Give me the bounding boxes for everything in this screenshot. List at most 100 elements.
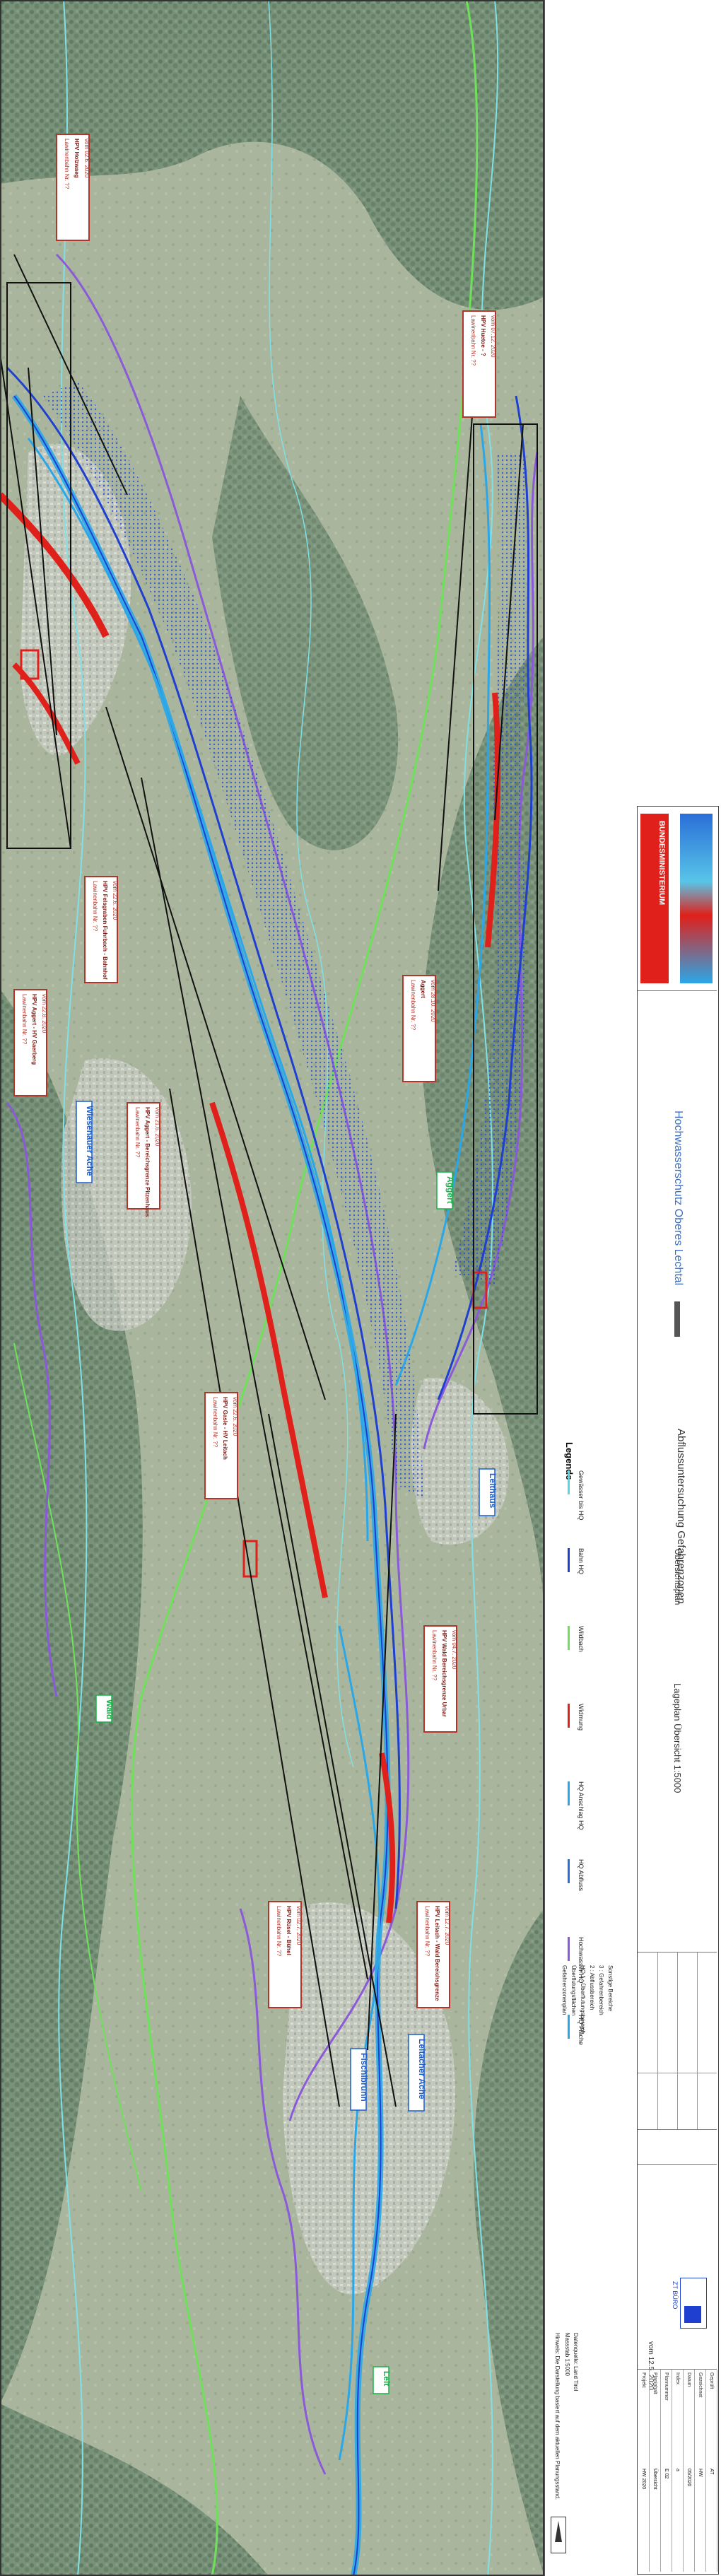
callout-title: Lawinenbahn Nr. ?? bbox=[21, 994, 28, 1045]
sheet-row-label: Gezeichnet bbox=[698, 2372, 703, 2398]
callout-subtitle: HPV Rüsel - Bühel bbox=[286, 1906, 292, 1955]
place-label[interactable]: Wald bbox=[95, 1694, 115, 1723]
project-title: Hochwasserschutz Oberes Lechtal bbox=[672, 1111, 684, 1286]
revision-grid bbox=[638, 1952, 717, 2130]
legend-notes: Gefahrenzonenplan Überflutungsflächen HQ 1… bbox=[553, 1965, 624, 2319]
legend-swatch bbox=[568, 1704, 570, 1728]
callout-subtitle: HPV Holzwaeg bbox=[74, 139, 80, 178]
title-block: BUNDESMINISTERIUM LAND TIROL Hochwassers… bbox=[637, 806, 719, 2575]
sheet-row-value: HW bbox=[698, 2469, 703, 2477]
plan-subtitle: Übersichtsplan bbox=[673, 1549, 683, 1605]
sheet-row-value: a bbox=[675, 2469, 680, 2471]
sheet-row-label: Planinhalt bbox=[652, 2372, 657, 2394]
legend-label: HQ Abfluss bbox=[578, 1859, 585, 1892]
callout-title: Lawinenbahn Nr. ?? bbox=[431, 1630, 438, 1681]
callout-subtitle: HPV Aggert - HV Gaerberg bbox=[31, 994, 37, 1065]
sheet-row: Datum 05/2020 bbox=[683, 2370, 695, 2572]
callout-title: Lawinenbahn Nr. ?? bbox=[424, 1906, 430, 1957]
office-block: ZT BÜRO vom 12.5. 2020 bbox=[638, 2164, 717, 2390]
sheet-row-label: Index bbox=[675, 2372, 680, 2385]
office-logo-mark bbox=[684, 2306, 701, 2323]
logo-label: BUNDESMINISTERIUM bbox=[657, 821, 666, 906]
north-arrow-icon bbox=[555, 2521, 562, 2542]
callout-title: Lawinenbahn Nr. ?? bbox=[410, 980, 416, 1031]
callout-box[interactable]: Lawinenbahn Nr. ?? HPV Huetoe - ? vom 07.1… bbox=[462, 310, 496, 418]
sheet-row: Geprüft AT bbox=[705, 2370, 717, 2572]
legend-note: Gefahrenzonenplan bbox=[561, 1965, 568, 2015]
callout-title: Lawinenbahn Nr. ?? bbox=[276, 1906, 282, 1957]
place-label[interactable]: Leitacher Ache bbox=[408, 2034, 427, 2112]
callout-note: vom 04.7. 2020 bbox=[451, 1630, 457, 1670]
legend-swatch bbox=[568, 1626, 570, 1650]
callout-box[interactable]: Lawinenbahn Nr. ?? Aggert vom 28.10. 2020 bbox=[402, 975, 436, 1082]
sheet-row-value: AT bbox=[709, 2469, 714, 2475]
callout-title: Lawinenbahn Nr. ?? bbox=[92, 881, 98, 932]
place-label[interactable]: Aggert bbox=[436, 1171, 455, 1210]
callout-box[interactable]: Lawinenbahn Nr. ?? HPV Leitach - Wald Ber… bbox=[416, 1901, 450, 2008]
legend-label: Gewässer bis HQ bbox=[578, 1470, 585, 1521]
legend-label: Widmung bbox=[578, 1704, 585, 1731]
callout-note: vom 22.6. 2020 bbox=[112, 881, 118, 920]
callout-title: Lawinenbahn Nr. ?? bbox=[134, 1107, 141, 1158]
callout-title: Lawinenbahn Nr. ?? bbox=[64, 139, 70, 189]
source-label: Datenquelle: Land Tirol bbox=[573, 2333, 579, 2391]
callout-box[interactable]: Lawinenbahn Nr. ?? HPV Holzwaeg vom 02.6. … bbox=[56, 134, 90, 241]
legend-note: Sonstige Bereiche bbox=[607, 1965, 614, 2011]
sheet-row: Projekt HW 2020 bbox=[638, 2370, 650, 2572]
title-sheet: Legende Gewässer bis HQ Bahn HQ Wildbach Wi… bbox=[544, 0, 721, 2576]
legend-note: Überflutungsflächen bbox=[570, 1965, 577, 2016]
callout-box[interactable]: Lawinenbahn Nr. ?? HPV Felsgraben Fuhrbac… bbox=[84, 876, 118, 983]
place-label[interactable]: Fischlbrunn bbox=[350, 2048, 369, 2111]
sheet-row-label: Projekt bbox=[641, 2372, 646, 2388]
legend-swatch bbox=[568, 1548, 570, 1572]
scale-label: Massstab 1:5000 bbox=[564, 2333, 570, 2376]
place-name: Wald bbox=[105, 1699, 115, 1719]
legend-footnote: Hinweis: Die Darstellung basiert auf dem… bbox=[554, 2333, 561, 2500]
sheet-row-value: HW 2020 bbox=[641, 2469, 646, 2490]
callout-title: Lawinenbahn Nr. ?? bbox=[470, 315, 476, 366]
office-name: ZT BÜRO bbox=[672, 2281, 679, 2309]
callout-subtitle: HPV Leitach - Wald Bereichsgrenze bbox=[434, 1906, 440, 2001]
callout-subtitle: HPV Huetoe - ? bbox=[480, 315, 486, 356]
callout-box[interactable]: Lawinenbahn Nr. ?? HPV Aggert - Bereichsg… bbox=[127, 1102, 160, 1217]
place-name: Wiesenauer Ache bbox=[85, 1106, 95, 1176]
place-label[interactable]: Leithaus bbox=[479, 1468, 498, 1516]
legend-note: 2 : Abflussbereich bbox=[589, 1965, 595, 2010]
sheet-row-value: 05/2020 bbox=[686, 2469, 691, 2487]
callout-box[interactable]: Lawinenbahn Nr. ?? HPV Rüsel - Bühel vom 0… bbox=[268, 1901, 302, 2008]
legend-label: HQ Anschlag HQ bbox=[578, 1781, 585, 1830]
callout-note: vom 28.10. 2020 bbox=[430, 980, 436, 1022]
callout-subtitle: HPV Gasle - HV Leitach bbox=[222, 1397, 228, 1460]
sheet-row-label: Plannummer bbox=[664, 2372, 669, 2401]
callout-note: vom 22.8. 2020 bbox=[41, 994, 47, 1034]
callout-note: vom 02.7. 2020 bbox=[295, 1906, 302, 1945]
callout-box[interactable]: Lawinenbahn Nr. ?? HPV Aggert - HV Gaerbe… bbox=[13, 989, 47, 1096]
legend-note: 3 : Gefahrenbereich bbox=[598, 1965, 604, 2015]
north-arrow bbox=[551, 2517, 566, 2553]
sheet-row: Gezeichnet HW bbox=[694, 2370, 706, 2572]
place-name: Leit bbox=[382, 2371, 392, 2386]
place-name: Fischlbrunn bbox=[359, 2053, 369, 2102]
place-name: Leithaus bbox=[488, 1473, 498, 1509]
place-name: Leitacher Ache bbox=[417, 2039, 427, 2100]
logo-map-thumb bbox=[680, 814, 713, 983]
logo-block: BUNDESMINISTERIUM LAND TIROL bbox=[638, 807, 717, 991]
place-label[interactable]: Leit bbox=[373, 2366, 392, 2394]
sheet-row: Plannummer E 02 bbox=[660, 2370, 672, 2572]
legend-label: Wildbach bbox=[578, 1626, 585, 1653]
aerial-map[interactable]: Lawinenbahn Nr. ?? HPV Holzwaeg vom 02.6. … bbox=[0, 0, 544, 2576]
sheet-row-label: Geprüft bbox=[709, 2372, 714, 2389]
logo-sub: LAND TIROL bbox=[670, 828, 677, 865]
plan-number: Lageplan Übersicht 1:5000 bbox=[672, 1683, 683, 1793]
callout-subtitle: Aggert bbox=[420, 980, 426, 998]
callout-box[interactable]: Lawinenbahn Nr. ?? HPV Wald Bereichsgrenz… bbox=[423, 1625, 457, 1733]
callout-subtitle: HPV Felsgraben Fuhrbach - Bahnhof bbox=[102, 881, 108, 980]
sheet-row-label: Datum bbox=[686, 2372, 691, 2387]
sheet-row: Index a bbox=[672, 2370, 684, 2572]
legend-label: Bahn HQ bbox=[578, 1548, 585, 1575]
legend-swatch bbox=[568, 1781, 570, 1805]
title-divider bbox=[674, 1301, 680, 1337]
place-label[interactable]: Wiesenauer Ache bbox=[76, 1101, 95, 1183]
callout-note: vom 12.7. 2020 bbox=[444, 1906, 450, 1945]
callout-box[interactable]: Lawinenbahn Nr. ?? HPV Gasle - HV Leitach… bbox=[204, 1392, 238, 1499]
